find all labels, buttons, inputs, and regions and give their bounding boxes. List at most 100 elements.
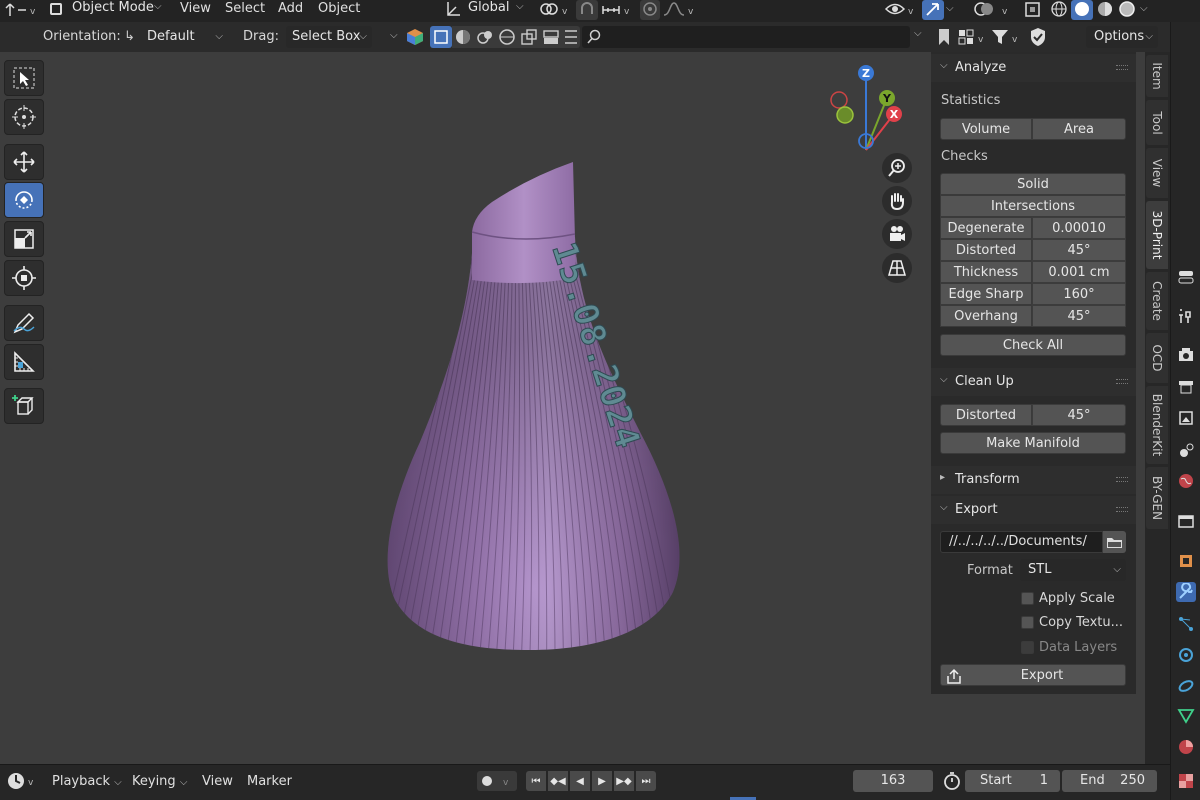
layout-dropdown[interactable]: v (956, 26, 988, 48)
rotate-tool[interactable] (4, 182, 44, 218)
check-edge-sharp-button[interactable]: Edge Sharp (940, 283, 1032, 305)
perspective-toggle[interactable] (882, 253, 912, 283)
tab-ocd[interactable]: OCD (1146, 333, 1168, 383)
tab-3d-print[interactable]: 3D-Print (1146, 201, 1168, 269)
shading-dropdown[interactable]: ⌵ (1140, 0, 1156, 20)
scene-icon[interactable] (1176, 440, 1196, 460)
playback-menu[interactable]: Playback ⌵ (52, 772, 122, 792)
grip-icon[interactable] (1116, 65, 1128, 70)
select-box-tool[interactable] (4, 60, 44, 96)
make-manifold-button[interactable]: Make Manifold (940, 432, 1126, 454)
drag-dropdown[interactable]: Select Box ⌵ (286, 26, 372, 48)
world-icon[interactable] (1176, 471, 1196, 491)
solid-button[interactable]: Solid (940, 173, 1126, 195)
material-icon[interactable] (1176, 737, 1196, 757)
menu-object[interactable]: Object (318, 0, 360, 22)
check-distorted-button[interactable]: Distorted (940, 239, 1032, 261)
check-degenerate-value[interactable]: 0.00010 (1032, 217, 1126, 239)
search-field[interactable] (582, 26, 910, 48)
intersections-button[interactable]: Intersections (940, 195, 1126, 217)
keying-menu[interactable]: Keying ⌵ (132, 772, 187, 792)
grip-icon[interactable] (1116, 477, 1128, 482)
export-panel-header[interactable]: ⌵ Export (931, 496, 1136, 524)
format-dropdown[interactable]: STL ⌵ (1020, 559, 1126, 581)
check-edge-sharp-value[interactable]: 160° (1032, 283, 1126, 305)
transform-orientation-dropdown[interactable]: Global ⌵ (440, 0, 530, 20)
move-tool[interactable] (4, 144, 44, 180)
menu-view[interactable]: View (180, 0, 211, 22)
pivot-point-dropdown[interactable]: v (536, 0, 572, 20)
scale-tool[interactable] (4, 221, 44, 257)
marker-menu[interactable]: Marker (247, 772, 292, 792)
falloff-dropdown[interactable]: v (662, 0, 698, 20)
view-layer-icon[interactable] (1176, 408, 1196, 428)
add-cube-tool[interactable] (4, 388, 44, 424)
cleanup-distorted-value[interactable]: 45° (1032, 404, 1126, 426)
check-thickness-value[interactable]: 0.001 cm (1032, 261, 1126, 283)
constraints-icon[interactable] (1176, 676, 1196, 696)
annotate-tool[interactable] (4, 305, 44, 341)
timeline-view-menu[interactable]: View (202, 772, 233, 792)
export-path-field[interactable]: //../../../../Documents/ (940, 531, 1103, 553)
measure-tool[interactable] (4, 344, 44, 380)
render-icon[interactable] (1176, 345, 1196, 365)
tab-view[interactable]: View (1146, 148, 1168, 198)
data-layers-checkbox[interactable] (1021, 641, 1034, 654)
cleanup-panel-header[interactable]: ⌵ Clean Up (931, 368, 1136, 396)
output-icon[interactable] (1176, 377, 1196, 397)
select-invert-button[interactable] (496, 26, 518, 48)
check-degenerate-button[interactable]: Degenerate (940, 217, 1032, 239)
select-difference-button[interactable] (540, 26, 562, 48)
tab-blenderkit[interactable]: BlenderKit (1146, 386, 1168, 464)
prev-keyframe-button[interactable]: ◆◀ (548, 771, 568, 791)
jump-end-button[interactable]: ⏭ (636, 771, 656, 791)
check-distorted-value[interactable]: 45° (1032, 239, 1126, 261)
proportional-edit-toggle[interactable] (640, 0, 660, 20)
menu-select[interactable]: Select (225, 0, 265, 22)
stopwatch-icon[interactable] (941, 771, 963, 791)
navigation-gizmo[interactable]: Z Y X (830, 65, 902, 151)
start-frame-field[interactable]: Start 1 (965, 770, 1060, 792)
filter-dropdown[interactable]: ⌵ (914, 28, 932, 46)
volume-button[interactable]: Volume (940, 118, 1032, 140)
snap-toggle[interactable] (576, 0, 598, 20)
end-frame-field[interactable]: End 250 (1062, 770, 1157, 792)
select-subtract-button[interactable] (474, 26, 496, 48)
tab-item[interactable]: Item (1146, 55, 1168, 97)
grip-icon[interactable] (1116, 507, 1128, 512)
menu-add[interactable]: Add (278, 0, 303, 22)
chevron-down-icon[interactable]: ⌵ (390, 30, 398, 41)
select-all-button[interactable] (562, 26, 580, 48)
play-reverse-button[interactable]: ◀ (570, 771, 590, 791)
physics-icon[interactable] (1176, 645, 1196, 665)
gizmo-dropdown[interactable]: ⌵ (946, 0, 962, 20)
check-all-button[interactable]: Check All (940, 334, 1126, 356)
play-button[interactable]: ▶ (592, 771, 612, 791)
color-cube-icon[interactable] (406, 28, 424, 46)
select-intersect-button[interactable] (518, 26, 540, 48)
cursor-tool[interactable] (4, 99, 44, 135)
wrench-screwdriver-icon[interactable] (1176, 306, 1196, 326)
tab-create[interactable]: Create (1146, 272, 1168, 330)
particles-icon[interactable] (1176, 614, 1196, 634)
tab-by-gen[interactable]: BY-GEN (1146, 467, 1168, 529)
shading-wireframe[interactable] (1048, 0, 1070, 20)
modifier-wrench-icon[interactable] (1176, 582, 1196, 602)
area-button[interactable]: Area (1032, 118, 1126, 140)
export-button[interactable]: Export (940, 664, 1126, 686)
grip-icon[interactable] (1116, 379, 1128, 384)
texture-icon[interactable] (1176, 771, 1196, 791)
select-extend-button[interactable] (452, 26, 474, 48)
gizmo-toggle[interactable] (922, 0, 944, 20)
object-mode-dropdown[interactable]: Object Mode ⌵ (46, 0, 166, 20)
shading-rendered[interactable] (1116, 0, 1138, 20)
select-new-button[interactable] (430, 26, 452, 48)
xray-toggle[interactable] (1022, 0, 1044, 20)
tool-properties-icon[interactable] (1176, 267, 1196, 287)
browse-folder-button[interactable] (1103, 531, 1126, 553)
check-overhang-value[interactable]: 45° (1032, 305, 1126, 327)
orientation-dropdown[interactable]: ↳ Default ⌵ (118, 26, 228, 48)
next-keyframe-button[interactable]: ▶◆ (614, 771, 634, 791)
overlay-dropdown[interactable]: v (972, 0, 1012, 20)
visibility-dropdown[interactable]: v (884, 0, 918, 20)
